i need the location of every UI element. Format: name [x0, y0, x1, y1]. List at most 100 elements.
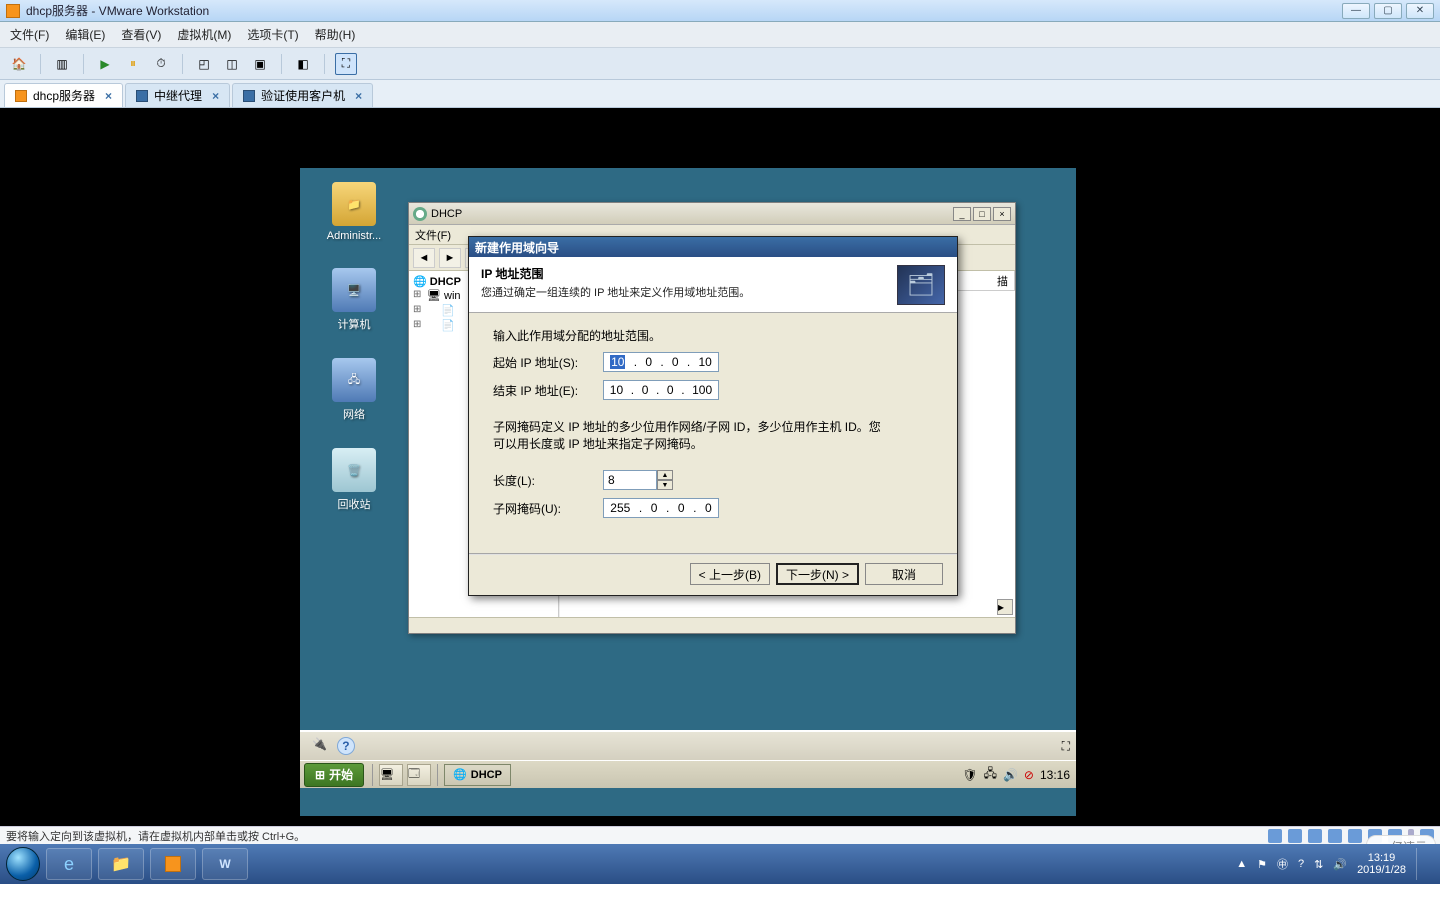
cancel-button[interactable]: 取消: [865, 563, 943, 585]
new-scope-wizard[interactable]: 新建作用域向导 IP 地址范围 您通过确定一组连续的 IP 地址来定义作用域地址…: [468, 236, 958, 596]
toolbar-fullscreen-icon[interactable]: ⛶: [335, 53, 357, 75]
menu-file[interactable]: 文件(F): [10, 26, 49, 43]
close-button[interactable]: ✕: [1406, 3, 1434, 19]
dhcp-titlebar[interactable]: DHCP _ □ ×: [409, 203, 1015, 225]
tray-volume-icon[interactable]: 🔊: [1333, 858, 1347, 871]
guest-bottom: 🔌 ? ⛶ ⊞ 开始 🖥 🗔 🌐 DHCP 🛡: [300, 730, 1076, 816]
tray-security-icon[interactable]: 🛡: [962, 768, 977, 782]
tray-network-icon[interactable]: 🖧: [984, 764, 997, 785]
vmware-menubar: 文件(F) 编辑(E) 查看(V) 虚拟机(M) 选项卡(T) 帮助(H): [0, 22, 1440, 48]
taskbar-ie-icon[interactable]: e: [46, 848, 92, 880]
guest-info-bar: 🔌 ? ⛶: [300, 730, 1076, 760]
subnet-note-2: 可以用长度或 IP 地址来指定子网掩码。: [493, 435, 933, 452]
status-message: 要将输入定向到该虚拟机，请在虚拟机内部单击或按 Ctrl+G。: [6, 828, 305, 844]
menu-help[interactable]: 帮助(H): [315, 26, 356, 43]
tab-relay-agent[interactable]: 中继代理 ×: [125, 83, 230, 107]
subnet-note-1: 子网掩码定义 IP 地址的多少位用作网络/子网 ID，多少位用作主机 ID。您: [493, 418, 933, 435]
toolbar-snapshot-icon[interactable]: ⏱: [150, 53, 172, 75]
quicklaunch-explorer-icon[interactable]: 🗔: [407, 764, 431, 786]
device-icon[interactable]: [1268, 829, 1282, 843]
tab-icon: [243, 90, 255, 102]
tray-expand-icon[interactable]: ▲: [1236, 858, 1247, 870]
desktop-icon-recyclebin[interactable]: 🗑️ 回收站: [332, 448, 376, 512]
minimize-button[interactable]: _: [953, 207, 971, 221]
length-spinner[interactable]: ▲▼: [657, 470, 673, 490]
tab-close-icon[interactable]: ×: [105, 89, 112, 103]
toolbar-suspend-icon[interactable]: ⏸: [122, 53, 144, 75]
quicklaunch-desktop-icon[interactable]: 🖥: [379, 764, 403, 786]
host-window-controls: — ▢ ✕: [1342, 3, 1434, 19]
vm-display-area[interactable]: 📁 Administr... 🖥️ 计算机 🖧 网络 🗑️ 回收站 DHCP: [0, 108, 1440, 826]
tab-dhcp-server[interactable]: dhcp服务器 ×: [4, 83, 123, 107]
tab-icon: [15, 90, 27, 102]
start-button[interactable]: ⊞ 开始: [304, 763, 364, 787]
toolbar-home-icon[interactable]: 🏠: [8, 53, 30, 75]
back-button[interactable]: < 上一步(B): [690, 563, 770, 585]
tray-help-icon[interactable]: ?: [1298, 858, 1304, 870]
toolbar-view1-icon[interactable]: ◰: [193, 53, 215, 75]
maximize-guest-icon[interactable]: ⛶: [1062, 739, 1070, 754]
tray-ime-icon[interactable]: ㊥: [1277, 856, 1288, 872]
nav-back-icon[interactable]: ◄: [413, 248, 435, 268]
start-ip-input[interactable]: 10. 0. 0. 10: [603, 352, 719, 372]
devices-icon[interactable]: 🔌: [312, 737, 327, 755]
mask-label: 子网掩码(U):: [493, 500, 603, 517]
start-orb[interactable]: [6, 847, 40, 881]
menu-tabs[interactable]: 选项卡(T): [247, 26, 298, 43]
length-input[interactable]: 8: [603, 470, 657, 490]
length-label: 长度(L):: [493, 472, 603, 489]
taskbar-vmware-icon[interactable]: [150, 848, 196, 880]
dhcp-icon: [413, 207, 427, 221]
scroll-right-icon[interactable]: ▸: [997, 599, 1013, 615]
toolbar-view2-icon[interactable]: ◫: [221, 53, 243, 75]
close-button[interactable]: ×: [993, 207, 1011, 221]
menu-vm[interactable]: 虚拟机(M): [177, 26, 231, 43]
vmware-tabs: dhcp服务器 × 中继代理 × 验证使用客户机 ×: [0, 80, 1440, 108]
guest-desktop[interactable]: 📁 Administr... 🖥️ 计算机 🖧 网络 🗑️ 回收站 DHCP: [300, 168, 1076, 816]
tray-warning-icon[interactable]: ⊘: [1024, 768, 1034, 782]
computer-icon: 🖥️: [332, 268, 376, 312]
menu-file[interactable]: 文件(F): [415, 227, 451, 243]
maximize-button[interactable]: ▢: [1374, 3, 1402, 19]
tab-close-icon[interactable]: ×: [212, 89, 219, 103]
maximize-button[interactable]: □: [973, 207, 991, 221]
help-icon[interactable]: ?: [337, 737, 355, 755]
desktop-icon-computer[interactable]: 🖥️ 计算机: [332, 268, 376, 332]
toolbar-unity-icon[interactable]: ◧: [292, 53, 314, 75]
dhcp-title-text: DHCP: [431, 208, 462, 220]
menu-view[interactable]: 查看(V): [121, 26, 161, 43]
taskbar-explorer-icon[interactable]: 📁: [98, 848, 144, 880]
menu-edit[interactable]: 编辑(E): [65, 26, 105, 43]
toolbar-poweron-icon[interactable]: ▶: [94, 53, 116, 75]
minimize-button[interactable]: —: [1342, 3, 1370, 19]
tab-verify-client[interactable]: 验证使用客户机 ×: [232, 83, 373, 107]
taskbar-word-icon[interactable]: W: [202, 848, 248, 880]
wizard-titlebar[interactable]: 新建作用域向导: [469, 237, 957, 257]
vmware-toolbar: 🏠 ▥ ▶ ⏸ ⏱ ◰ ◫ ▣ ◧ ⛶: [0, 48, 1440, 80]
taskbar-dhcp-button[interactable]: 🌐 DHCP: [444, 764, 511, 786]
toolbar-view3-icon[interactable]: ▣: [249, 53, 271, 75]
tray-network-icon[interactable]: ⇅: [1314, 858, 1323, 871]
nav-forward-icon[interactable]: ►: [439, 248, 461, 268]
tray-clock[interactable]: 13:19 2019/1/28: [1357, 852, 1406, 876]
device-icon[interactable]: [1348, 829, 1362, 843]
tray-volume-icon[interactable]: 🔊: [1003, 768, 1018, 782]
tray-clock[interactable]: 13:16: [1040, 768, 1070, 782]
device-icon[interactable]: [1308, 829, 1322, 843]
tray-action-center-icon[interactable]: ⚑: [1257, 858, 1267, 871]
start-ip-label: 起始 IP 地址(S):: [493, 354, 603, 371]
tab-close-icon[interactable]: ×: [355, 89, 362, 103]
show-desktop-button[interactable]: [1416, 848, 1426, 880]
toolbar-sidebar-icon[interactable]: ▥: [51, 53, 73, 75]
end-ip-input[interactable]: 10. 0. 0. 100: [603, 380, 719, 400]
mask-input[interactable]: 255. 0. 0. 0: [603, 498, 719, 518]
desktop-icon-admin[interactable]: 📁 Administr...: [327, 182, 381, 242]
folder-icon: 📁: [332, 182, 376, 226]
host-taskbar: e 📁 W ▲ ⚑ ㊥ ? ⇅ 🔊 13:19 2019/1/28: [0, 844, 1440, 884]
device-icon[interactable]: [1288, 829, 1302, 843]
next-button[interactable]: 下一步(N) >: [776, 563, 859, 585]
device-icon[interactable]: [1328, 829, 1342, 843]
spin-up-icon: ▲: [657, 470, 673, 480]
desktop-icon-network[interactable]: 🖧 网络: [332, 358, 376, 422]
network-icon: 🖧: [332, 358, 376, 402]
